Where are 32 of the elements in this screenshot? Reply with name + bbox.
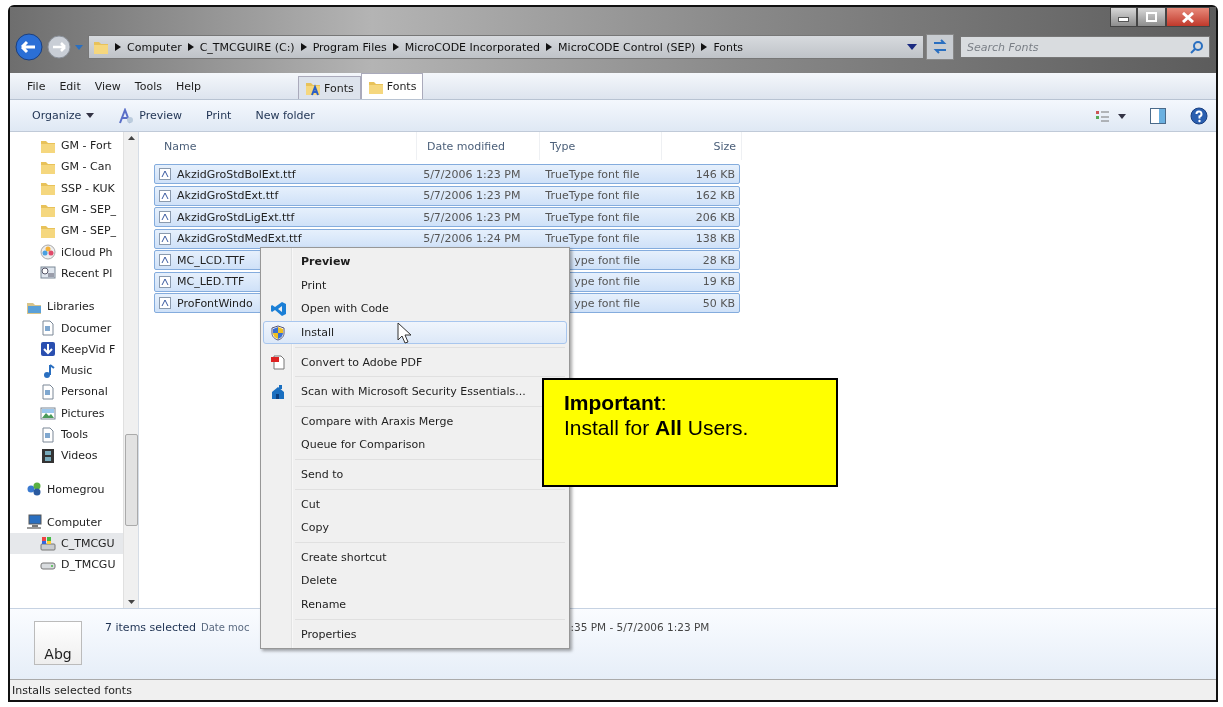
file-size: 19 KB [702, 275, 735, 288]
callout-text: Install for All Users. [564, 415, 750, 440]
file-type: ype font file [574, 296, 641, 310]
file-size: 162 KB [695, 189, 735, 202]
date-label: Date moc [201, 622, 250, 633]
selection-count: 7 items selected [105, 621, 196, 634]
font-sample: Abg [44, 646, 72, 662]
file-name: MC_LCD.TTF [177, 253, 246, 267]
status-bar: Installs selected fonts [10, 679, 1216, 700]
file-type: TrueType font file [545, 167, 640, 181]
file-name: MC_LED.TTF [177, 275, 245, 288]
file-name: AkzidGroStdBolExt.ttf [177, 167, 296, 181]
date-modified: 5/7/2006 1:23 PM [423, 167, 521, 181]
file-type: ype font file [574, 275, 641, 288]
file-size: 138 KB [695, 232, 735, 245]
date-modified: 5/7/2006 1:23 PM [423, 210, 521, 224]
file-size: 50 KB [702, 296, 735, 310]
callout-text: Important: [564, 390, 668, 415]
file-name: ProFontWindo [177, 296, 253, 310]
file-name: AkzidGroStdLigExt.ttf [177, 210, 295, 224]
file-name: AkzidGroStdMedExt.ttf [177, 232, 302, 245]
file-type: TrueType font file [545, 232, 640, 245]
file-size: 206 KB [695, 210, 735, 224]
file-size: 28 KB [702, 253, 735, 267]
date-range: :35 PM - 5/7/2006 1:23 PM [570, 621, 710, 633]
file-name: AkzidGroStdExt.ttf [177, 189, 279, 202]
file-type: TrueType font file [545, 189, 640, 202]
date-modified: 5/7/2006 1:24 PM [423, 232, 521, 245]
file-size: 146 KB [695, 167, 735, 181]
date-modified: 5/7/2006 1:23 PM [423, 189, 521, 202]
file-type: TrueType font file [545, 210, 640, 224]
file-type: ype font file [574, 253, 641, 267]
